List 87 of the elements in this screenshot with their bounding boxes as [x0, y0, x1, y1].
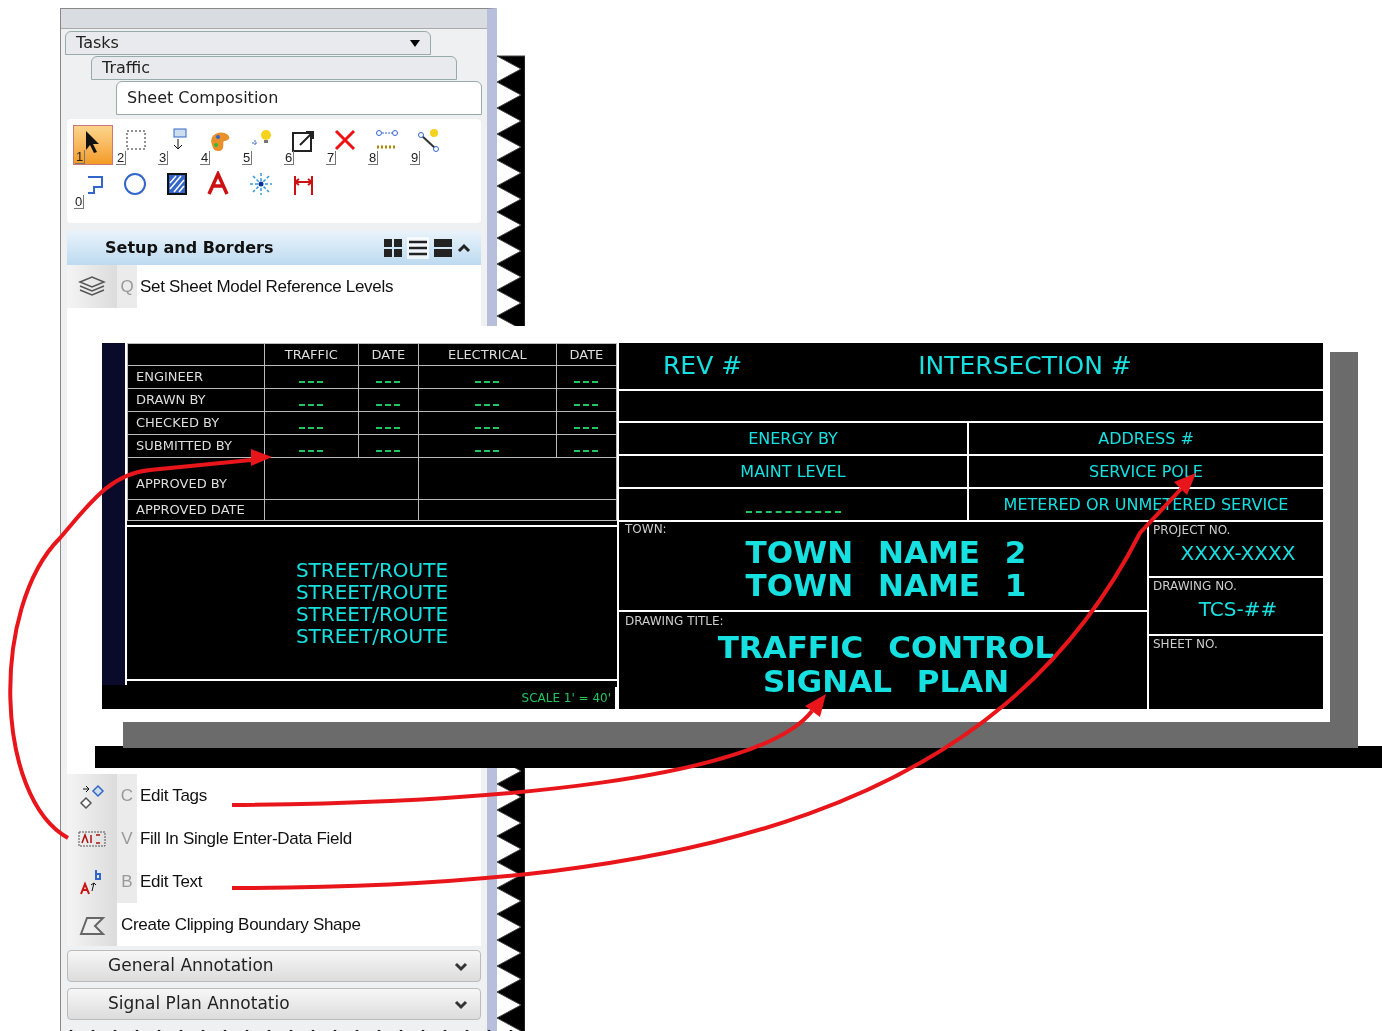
tool-button[interactable]: 3 — [157, 125, 197, 165]
shortcut-key: C — [117, 774, 137, 817]
blank-line — [475, 381, 500, 383]
grid-view-icon[interactable] — [383, 238, 403, 258]
circle-icon — [122, 171, 148, 197]
row-label: ENGINEER — [127, 365, 265, 389]
column-header: TRAFFIC — [264, 343, 359, 366]
blank-line — [376, 427, 401, 429]
town-name: TOWN NAME 2 — [744, 536, 1028, 569]
collapsed-section[interactable]: General Annotation — [67, 950, 481, 982]
field-value: XXXX-XXXX — [1179, 540, 1297, 567]
snap-icon — [248, 171, 274, 197]
task-tab[interactable]: Sheet Composition — [116, 81, 482, 115]
tool-button[interactable]: 7 — [325, 125, 365, 165]
intersection-number: INTERSECTION # — [918, 350, 1132, 383]
field-label: TOWN: — [625, 522, 668, 536]
item-label: Edit Text — [140, 870, 203, 893]
task-tab[interactable]: Tasks — [65, 31, 431, 55]
blank-line — [376, 404, 401, 406]
column-header: DATE — [358, 343, 419, 366]
delete-icon — [332, 127, 358, 153]
task-item[interactable]: C Edit Tags — [67, 774, 481, 817]
column-header: ELECTRICAL — [418, 343, 557, 366]
street-route-text: STREET/ROUTE — [295, 580, 449, 603]
blank-line — [574, 404, 599, 406]
field-label: DRAWING NO. — [1153, 578, 1238, 594]
collapsed-section[interactable]: Signal Plan Annotatio — [67, 988, 481, 1020]
blank-line — [299, 427, 324, 429]
tool-button[interactable]: 4 — [199, 125, 239, 165]
field-label: MAINT LEVEL — [740, 460, 846, 483]
drawing-title: SIGNAL PLAN — [761, 664, 1011, 698]
column-header: DATE — [556, 343, 617, 366]
section-title: Setup and Borders — [105, 237, 275, 259]
rev-number: REV # — [663, 350, 743, 383]
blank-line — [376, 450, 401, 452]
tool-button[interactable]: 2 — [115, 125, 155, 165]
hatch-icon — [164, 171, 190, 197]
task-item[interactable]: Q Set Sheet Model Reference Levels — [67, 265, 481, 308]
link-icon — [416, 127, 442, 153]
tool-button[interactable]: 6 — [283, 125, 323, 165]
drawing-title: TRAFFIC CONTROL — [716, 630, 1056, 664]
field-value: TCS-## — [1197, 596, 1279, 623]
tool-button[interactable]: 0 — [73, 169, 113, 209]
field-label: SHEET NO. — [1153, 636, 1219, 652]
item-label: Create Clipping Boundary Shape — [121, 913, 361, 936]
task-item[interactable]: V Fill In Single Enter-Data Field — [67, 817, 481, 860]
tool-button[interactable]: 1 — [73, 125, 113, 165]
blank-line — [299, 450, 324, 452]
item-label: Fill In Single Enter-Data Field — [140, 827, 352, 850]
field-label: DRAWING TITLE: — [625, 613, 725, 630]
tool-button[interactable]: 9 — [409, 125, 449, 165]
field-label: ADDRESS # — [1098, 427, 1194, 450]
street-route-text: STREET/ROUTE — [295, 624, 449, 647]
blank-line — [299, 404, 324, 406]
shortcut-key: V — [117, 817, 137, 860]
task-item[interactable]: B Edit Text — [67, 860, 481, 903]
field-label: SERVICE POLE — [1089, 460, 1203, 483]
chevron-up-icon[interactable] — [457, 241, 471, 255]
shortcut-key: Q — [117, 265, 137, 308]
blank-line — [475, 450, 500, 452]
tool-button[interactable]: 8 — [367, 125, 407, 165]
row-label: DRAWN BY — [127, 388, 265, 412]
field-label: PROJECT NO. — [1153, 522, 1232, 538]
scale-text: SCALE 1' = 40' — [521, 690, 611, 707]
item-label: Set Sheet Model Reference Levels — [140, 275, 394, 298]
dropdown-arrow-icon[interactable] — [410, 39, 420, 47]
task-item[interactable]: Create Clipping Boundary Shape — [67, 903, 481, 946]
blank-line — [376, 381, 401, 383]
street-route-text: STREET/ROUTE — [295, 558, 449, 581]
large-view-icon[interactable] — [433, 238, 453, 258]
task-tab[interactable]: Traffic — [91, 56, 457, 80]
item-label: Edit Tags — [140, 784, 207, 807]
row-label: APPROVED DATE — [127, 499, 265, 520]
list-view-icon[interactable] — [407, 237, 429, 259]
street-route-text: STREET/ROUTE — [295, 602, 449, 625]
blank-line — [574, 450, 599, 452]
field-label: ENERGY BY — [748, 427, 838, 450]
town-name: TOWN NAME 1 — [744, 569, 1028, 602]
blank-line — [574, 381, 599, 383]
shortcut-key: B — [117, 860, 137, 903]
tool-button[interactable]: 5 — [241, 125, 281, 165]
section-header[interactable]: Setup and Borders — [67, 231, 481, 265]
blank-line — [299, 381, 324, 383]
row-label: CHECKED BY — [127, 411, 265, 435]
blank-line — [475, 404, 500, 406]
blank-line — [574, 427, 599, 429]
blank-line — [475, 427, 500, 429]
